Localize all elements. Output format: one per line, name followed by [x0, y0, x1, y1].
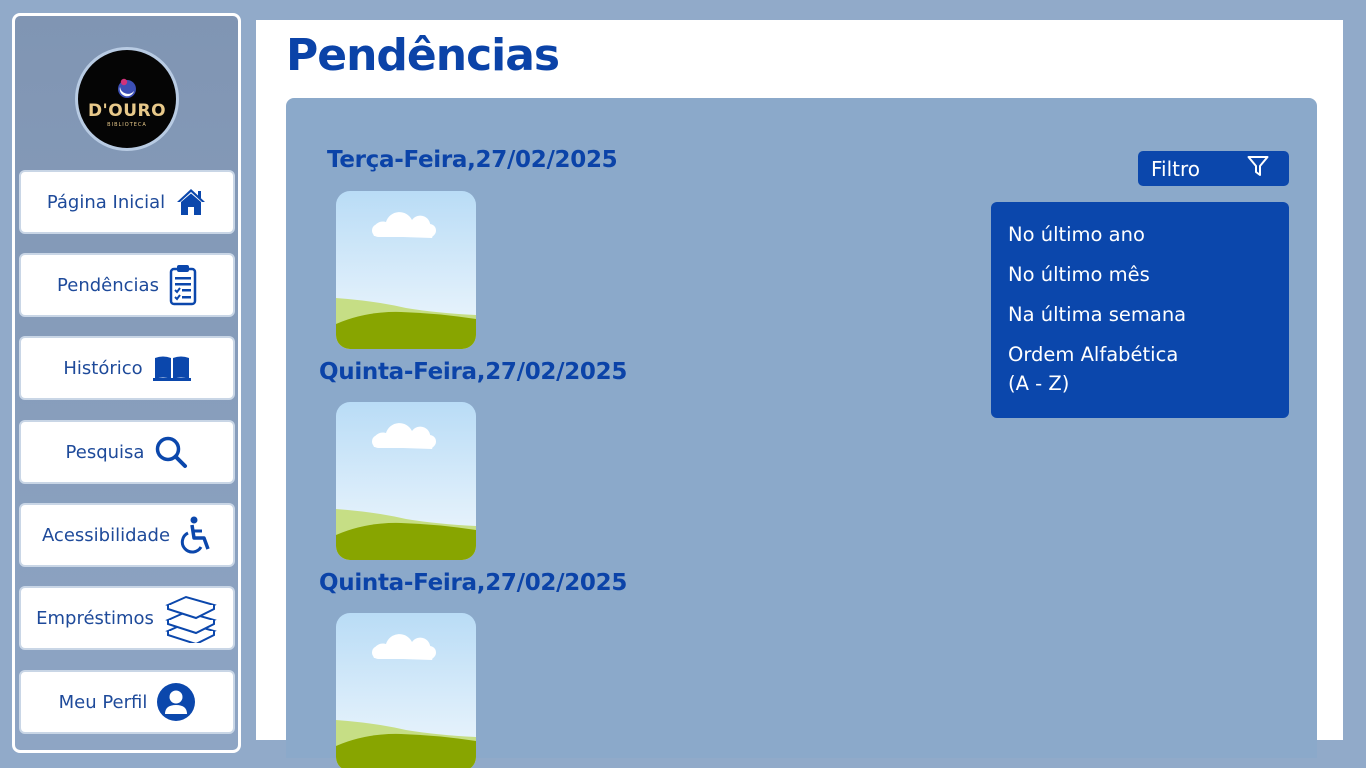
filter-label: Filtro — [1151, 156, 1201, 181]
nav-perfil-button[interactable]: Meu Perfil — [19, 670, 235, 734]
books-stack-icon — [164, 593, 218, 643]
nav-acessibilidade-button[interactable]: Acessibilidade — [19, 503, 235, 567]
nav-perfil-label: Meu Perfil — [58, 691, 148, 713]
image-placeholder-icon[interactable] — [336, 191, 476, 349]
filter-option-last-year[interactable]: No último ano — [1008, 220, 1272, 249]
filter-option-alphabetical-label: Ordem Alfabética — [1008, 343, 1179, 366]
nav-emprestimos-label: Empréstimos — [36, 607, 154, 629]
nav-pesquisa-label: Pesquisa — [65, 441, 145, 463]
filter-option-alphabetical[interactable]: Ordem Alfabética (A - Z) — [1008, 340, 1272, 398]
nav-emprestimos-button[interactable]: Empréstimos — [19, 586, 235, 650]
image-placeholder-icon[interactable] — [336, 613, 476, 768]
nav-historico-button[interactable]: Histórico — [19, 336, 235, 400]
home-icon — [175, 187, 207, 217]
nav-home-label: Página Inicial — [46, 191, 166, 213]
main-content: Pendências Terça-Feira,27/02/2025 Quinta… — [256, 20, 1343, 768]
filter-option-alphabetical-range: (A - Z) — [1008, 372, 1070, 395]
book-icon — [152, 355, 191, 381]
filter-option-last-week[interactable]: Na última semana — [1008, 300, 1272, 329]
filter-option-last-month[interactable]: No último mês — [1008, 260, 1272, 289]
filter-icon — [1247, 155, 1269, 182]
page-title: Pendências — [286, 30, 560, 81]
nav-historico-label: Histórico — [63, 357, 143, 379]
logo[interactable]: D'OURO BIBLIOTECA — [75, 47, 179, 151]
pendencias-panel: Terça-Feira,27/02/2025 Quinta-Feira,27/0… — [286, 98, 1317, 768]
nav-acessibilidade-label: Acessibilidade — [41, 524, 171, 546]
clipboard-icon — [169, 264, 197, 306]
logo-mark-icon — [118, 78, 136, 98]
search-icon — [154, 435, 188, 469]
filter-dropdown: No último ano No último mês Na última se… — [991, 202, 1289, 418]
date-label: Quinta-Feira,27/02/2025 — [319, 570, 628, 596]
nav-pendencias-button[interactable]: Pendências — [19, 253, 235, 317]
nav-home-button[interactable]: Página Inicial — [19, 170, 235, 234]
date-label: Quinta-Feira,27/02/2025 — [319, 359, 628, 385]
filter-button[interactable]: Filtro — [1138, 151, 1289, 186]
user-icon — [157, 683, 196, 721]
nav-pesquisa-button[interactable]: Pesquisa — [19, 420, 235, 484]
image-placeholder-icon[interactable] — [336, 402, 476, 560]
logo-subtitle: BIBLIOTECA — [107, 121, 147, 128]
date-label: Terça-Feira,27/02/2025 — [327, 147, 618, 173]
wheelchair-icon — [180, 516, 212, 554]
sidebar: D'OURO BIBLIOTECA Página Inicial Pendênc… — [12, 13, 241, 753]
logo-brand: D'OURO — [87, 100, 167, 121]
nav-pendencias-label: Pendências — [57, 274, 159, 296]
